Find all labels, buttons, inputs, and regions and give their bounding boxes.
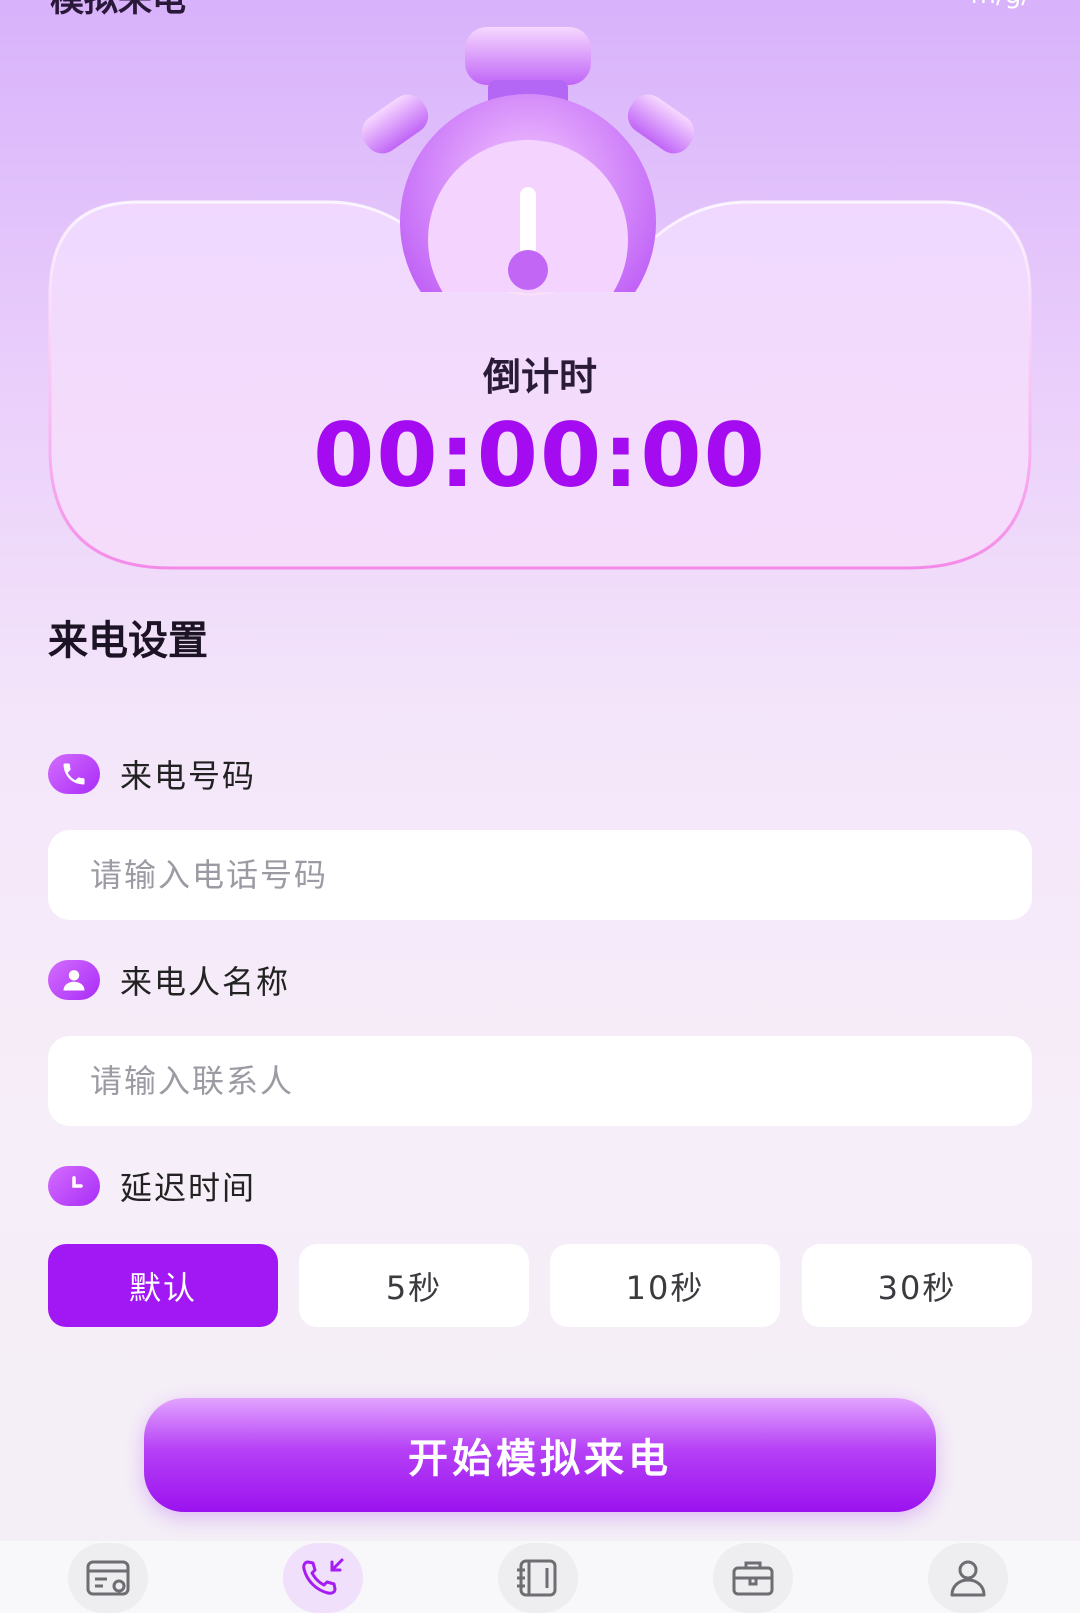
delay-option-30s[interactable]: 30秒 (802, 1244, 1032, 1327)
phone-icon (48, 754, 100, 794)
delay-label: 延迟时间 (120, 1169, 257, 1207)
countdown-time: 00:00:00 (313, 404, 767, 507)
delay-option-10s[interactable]: 10秒 (550, 1244, 780, 1327)
name-label: 来电人名称 (120, 963, 291, 1001)
tab-briefcase[interactable] (713, 1543, 793, 1613)
tab-incoming-call[interactable] (283, 1543, 363, 1613)
header-right-text: m/g/ (971, 0, 1030, 10)
settings-title: 来电设置 (48, 618, 208, 664)
user-icon (48, 960, 100, 1000)
stopwatch-illustration (361, 27, 695, 292)
phone-label-row: 来电号码 (48, 752, 256, 796)
delay-option-5s[interactable]: 5秒 (299, 1244, 529, 1327)
profile-icon (950, 1560, 986, 1597)
briefcase-icon (732, 1561, 774, 1596)
tab-profile[interactable] (928, 1543, 1008, 1613)
tab-bill[interactable] (68, 1543, 148, 1613)
notebook-icon (517, 1559, 557, 1597)
delay-label-row: 延迟时间 (48, 1164, 256, 1208)
bill-icon (86, 1560, 130, 1596)
tab-notebook[interactable] (498, 1543, 578, 1613)
delay-option-default[interactable]: 默认 (48, 1244, 278, 1327)
bottom-tabbar (0, 1541, 1080, 1613)
phone-label: 来电号码 (120, 757, 257, 795)
clock-icon (48, 1166, 100, 1206)
start-simulated-call-button[interactable]: 开始模拟来电 (144, 1398, 936, 1512)
incoming-call-icon (302, 1558, 344, 1595)
page-title: 模拟来电 (50, 0, 186, 20)
name-label-row: 来电人名称 (48, 958, 290, 1002)
caller-name-input[interactable] (48, 1036, 1032, 1126)
countdown-label: 倒计时 (482, 355, 597, 399)
phone-input[interactable] (48, 830, 1032, 920)
